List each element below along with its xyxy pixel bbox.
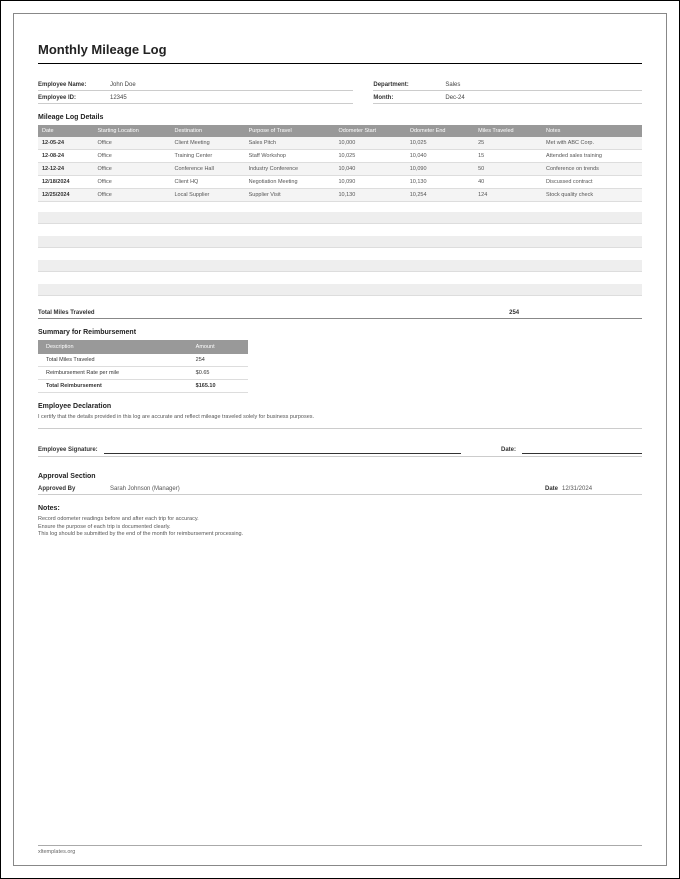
col-destination: Destination [170,125,244,137]
approved-by-value: Sarah Johnson (Manager) [110,486,545,492]
note-item: Record odometer readings before and afte… [38,516,642,524]
approval-section-title: Approval Section [38,473,642,480]
col-odo-start: Odometer Start [334,125,405,137]
approval-date-label: Date [545,486,558,492]
blank-row [38,284,642,296]
total-miles-row: Total Miles Traveled 254 [38,308,642,319]
blank-row [38,260,642,272]
declaration-text: I certify that the details provided in t… [38,414,642,429]
approved-by-label: Approved By [38,486,110,492]
approval-date-value: 12/31/2024 [562,486,642,492]
month-value: Dec-24 [445,95,464,101]
notes-title: Notes: [38,505,642,512]
col-purpose: Purpose of Travel [245,125,335,137]
note-item: Ensure the purpose of each trip is docum… [38,524,642,532]
table-row: 12/25/2024OfficeLocal SupplierSupplier V… [38,189,642,202]
table-row: 12-08-24OfficeTraining CenterStaff Works… [38,150,642,163]
summary-col-desc: Description [38,340,188,354]
document-inner-page: Monthly Mileage Log Employee Name: John … [13,13,667,866]
info-row-2: Employee ID: 12345 Month: Dec-24 [38,95,642,104]
note-item: This log should be submitted by the end … [38,531,642,539]
employee-signature-line [104,447,461,454]
col-date: Date [38,125,94,137]
department-label: Department: [373,82,445,88]
signature-date-line [522,447,642,454]
notes-list: Record odometer readings before and afte… [38,516,642,539]
signature-date-label: Date: [501,447,516,454]
blank-row [38,236,642,248]
col-miles: Miles Traveled [474,125,542,137]
employee-id-value: 12345 [110,95,127,101]
log-section-title: Mileage Log Details [38,114,642,121]
department-value: Sales [445,82,460,88]
summary-col-amount: Amount [188,340,248,354]
footer-text: xltemplates.org [38,845,642,855]
mileage-log-table: Date Starting Location Destination Purpo… [38,125,642,202]
declaration-title: Employee Declaration [38,403,642,410]
summary-table: Description Amount Total Miles Traveled … [38,340,248,393]
total-value: 254 [509,310,642,316]
total-label: Total Miles Traveled [38,310,509,316]
summary-row: Reimbursement Rate per mile $0.65 [38,367,248,380]
blank-row [38,212,642,224]
col-notes: Notes [542,125,642,137]
document-outer-border: Monthly Mileage Log Employee Name: John … [0,0,680,879]
table-row: 12-05-24OfficeClient MeetingSales Pitch1… [38,137,642,150]
page-title: Monthly Mileage Log [38,42,642,64]
employee-name-value: John Doe [110,82,136,88]
signature-row: Employee Signature: Date: [38,447,642,457]
employee-signature-label: Employee Signature: [38,447,98,454]
info-row-1: Employee Name: John Doe Department: Sale… [38,82,642,91]
table-row: 12/18/2024OfficeClient HQNegotiation Mee… [38,176,642,189]
month-label: Month: [373,95,445,101]
summary-title: Summary for Reimbursement [38,329,642,336]
summary-total-row: Total Reimbursement $165.10 [38,380,248,393]
col-odo-end: Odometer End [406,125,474,137]
blank-rows [38,212,642,296]
approval-row: Approved By Sarah Johnson (Manager) Date… [38,484,642,495]
col-start-location: Starting Location [94,125,171,137]
table-row: 12-12-24OfficeConference HallIndustry Co… [38,163,642,176]
employee-id-label: Employee ID: [38,95,110,101]
employee-name-label: Employee Name: [38,82,110,88]
summary-row: Total Miles Traveled 254 [38,354,248,367]
